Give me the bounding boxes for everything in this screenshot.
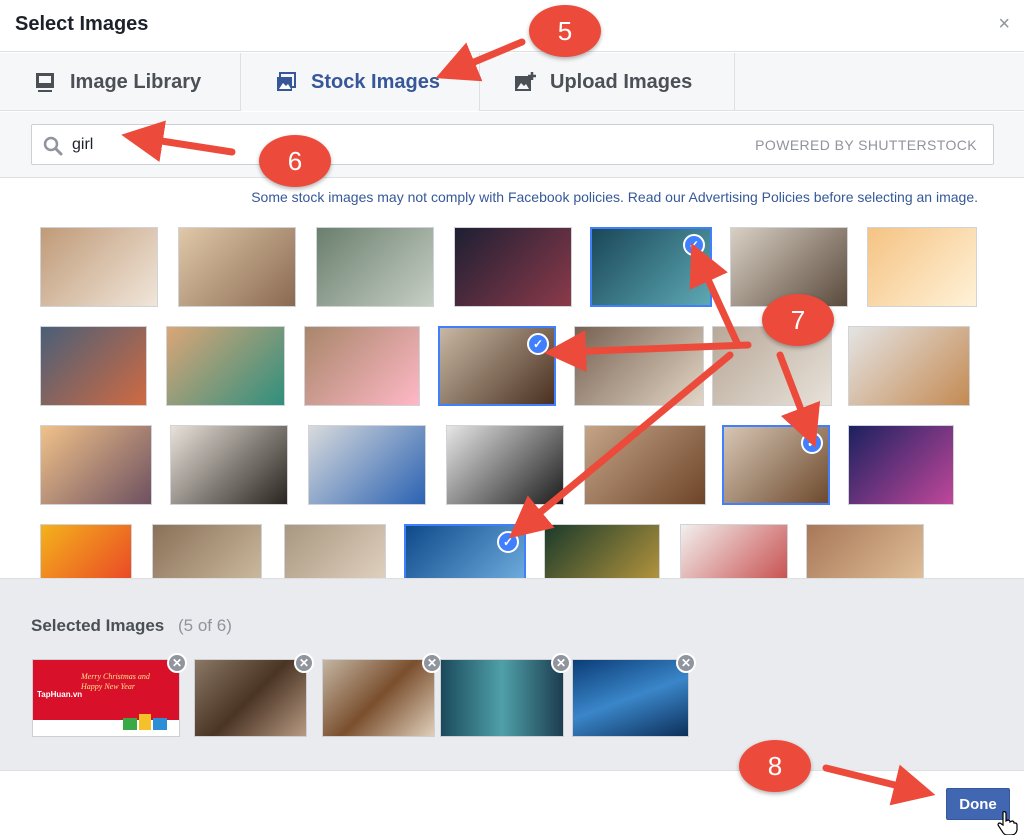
policy-notice[interactable]: Some stock images may not comply with Fa… xyxy=(251,189,978,205)
selected-image xyxy=(323,660,434,736)
stock-image-thumb[interactable] xyxy=(152,524,262,578)
stock-image-thumb[interactable] xyxy=(316,227,434,307)
stock-image-thumb[interactable] xyxy=(304,326,420,406)
tab-bar: Image Library Stock Images Upload Images xyxy=(0,53,1024,111)
selected-thumb[interactable]: ✕ xyxy=(440,653,571,737)
remove-icon[interactable]: ✕ xyxy=(167,653,187,673)
stock-image-thumb[interactable] xyxy=(40,227,158,307)
search-box: POWERED BY SHUTTERSTOCK xyxy=(31,124,994,165)
stock-image-thumb[interactable] xyxy=(584,425,706,505)
selected-image xyxy=(195,660,306,736)
stock-image-thumb[interactable] xyxy=(166,326,285,406)
stock-image-thumb[interactable] xyxy=(848,326,970,406)
tab-image-library[interactable]: Image Library xyxy=(0,53,241,111)
check-icon: ✓ xyxy=(527,333,549,355)
close-icon[interactable]: × xyxy=(998,13,1010,36)
check-icon: ✓ xyxy=(497,531,519,553)
tab-label: Stock Images xyxy=(311,70,440,93)
stock-image-thumb[interactable] xyxy=(170,425,288,505)
stock-image-thumb[interactable]: ✓ xyxy=(438,326,556,406)
remove-icon[interactable]: ✕ xyxy=(551,653,571,673)
search-bar: POWERED BY SHUTTERSTOCK xyxy=(0,112,1024,178)
stock-image-thumb[interactable]: ✓ xyxy=(404,524,526,578)
stock-image-thumb[interactable] xyxy=(574,326,704,406)
stock-image-thumb[interactable] xyxy=(544,524,660,578)
tab-label: Upload Images xyxy=(550,70,693,93)
banner-greeting: Merry Christmas and Happy New Year xyxy=(81,672,150,691)
tab-stock-images[interactable]: Stock Images xyxy=(241,53,480,111)
stock-image-thumb[interactable] xyxy=(806,524,924,578)
remove-icon[interactable]: ✕ xyxy=(294,653,314,673)
upload-images-icon xyxy=(515,72,536,91)
selected-thumb[interactable]: TapHuan.vn Merry Christmas and Happy New… xyxy=(32,653,187,737)
check-icon: ✓ xyxy=(683,234,705,256)
select-images-dialog: Select Images × Image Library Stock Imag… xyxy=(0,0,1024,835)
selected-images-title: Selected Images xyxy=(31,616,165,635)
hand-cursor-icon xyxy=(997,811,1018,835)
selected-thumb[interactable]: ✕ xyxy=(572,653,696,737)
selected-image xyxy=(441,660,563,736)
stock-image-thumb[interactable] xyxy=(446,425,564,505)
selected-image: TapHuan.vn Merry Christmas and Happy New… xyxy=(33,660,179,736)
dialog-footer xyxy=(0,772,1024,835)
stock-image-thumb[interactable] xyxy=(284,524,386,578)
remove-icon[interactable]: ✕ xyxy=(422,653,442,673)
tab-upload-images[interactable]: Upload Images xyxy=(480,53,735,111)
annotation-badge: 5 xyxy=(529,5,601,57)
image-library-icon xyxy=(36,73,54,92)
stock-image-thumb[interactable] xyxy=(40,524,132,578)
annotation-badge: 8 xyxy=(739,740,811,792)
stock-image-thumb[interactable] xyxy=(454,227,572,307)
check-icon: ✓ xyxy=(801,432,823,454)
selected-thumb[interactable]: ✕ xyxy=(194,653,314,737)
stock-image-thumb[interactable] xyxy=(40,326,147,406)
stock-image-grid: ✓ ✓ ✓ ✓ xyxy=(0,215,1024,578)
stock-image-thumb[interactable] xyxy=(40,425,152,505)
tab-label: Image Library xyxy=(70,70,202,93)
stock-images-icon xyxy=(277,72,296,91)
remove-icon[interactable]: ✕ xyxy=(676,653,696,673)
search-input[interactable] xyxy=(72,133,672,157)
stock-image-thumb[interactable]: ✓ xyxy=(590,227,712,307)
stock-image-thumb[interactable] xyxy=(308,425,426,505)
stock-image-thumb[interactable] xyxy=(867,227,977,307)
selected-thumb[interactable]: ✕ xyxy=(322,653,442,737)
search-icon xyxy=(43,136,63,156)
stock-image-thumb[interactable] xyxy=(680,524,788,578)
stock-image-thumb[interactable] xyxy=(178,227,296,307)
stock-image-thumb[interactable] xyxy=(848,425,954,505)
banner-brand: TapHuan.vn xyxy=(37,690,83,699)
stock-image-thumb[interactable]: ✓ xyxy=(722,425,830,505)
selected-image xyxy=(573,660,688,736)
annotation-badge: 6 xyxy=(259,135,331,187)
annotation-badge: 7 xyxy=(762,294,834,346)
dialog-title: Select Images xyxy=(15,13,149,35)
selected-images-panel: Selected Images (5 of 6) TapHuan.vn Merr… xyxy=(0,578,1024,771)
selected-images-count: (5 of 6) xyxy=(178,616,232,635)
powered-by-label: POWERED BY SHUTTERSTOCK xyxy=(755,137,977,153)
dialog-header: Select Images × xyxy=(0,0,1024,52)
